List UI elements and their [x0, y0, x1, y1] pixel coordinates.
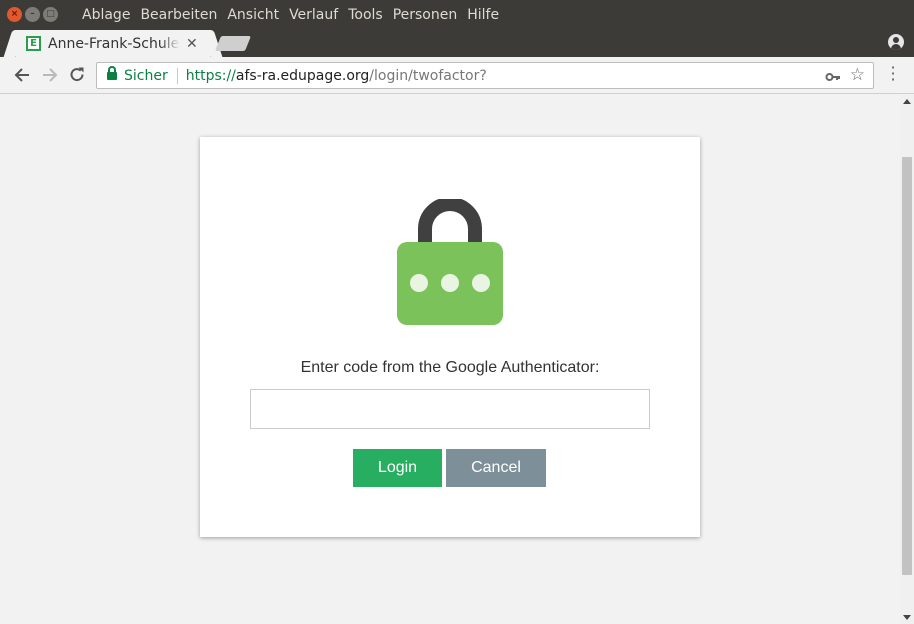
tab-anne-frank-schule[interactable]: E Anne-Frank-Schule ✕ — [16, 30, 210, 57]
app-menu: Ablage Bearbeiten Ansicht Verlauf Tools … — [77, 7, 504, 23]
login-button[interactable]: Login — [353, 449, 442, 487]
system-menubar: × – □ Ablage Bearbeiten Ansicht Verlauf … — [0, 0, 914, 29]
menu-hilfe[interactable]: Hilfe — [462, 7, 504, 23]
tab-title: Anne-Frank-Schule — [48, 35, 180, 52]
window-minimize-icon[interactable]: – — [25, 7, 40, 22]
authenticator-prompt: Enter code from the Google Authenticator… — [300, 359, 600, 376]
url-path: /login/twofactor? — [369, 67, 487, 84]
scrollbar-thumb[interactable] — [902, 157, 912, 575]
tab-strip: E Anne-Frank-Schule ✕ — [0, 29, 914, 57]
new-tab-button[interactable] — [214, 36, 252, 51]
menu-tools[interactable]: Tools — [343, 7, 388, 23]
menu-bearbeiten[interactable]: Bearbeiten — [135, 7, 222, 23]
url-host: afs-ra.edupage.org — [235, 67, 370, 84]
menu-ablage[interactable]: Ablage — [77, 7, 135, 23]
window-close-icon[interactable]: × — [7, 7, 22, 22]
bookmark-star-icon[interactable]: ☆ — [850, 65, 865, 85]
cancel-button[interactable]: Cancel — [446, 449, 546, 487]
menu-personen[interactable]: Personen — [388, 7, 463, 23]
menu-verlauf[interactable]: Verlauf — [284, 7, 343, 23]
padlock-icon — [397, 199, 503, 325]
profile-icon[interactable] — [888, 34, 904, 50]
tab-close-icon[interactable]: ✕ — [186, 36, 198, 52]
twofactor-card: Enter code from the Google Authenticator… — [200, 137, 700, 537]
browser-menu-icon[interactable]: · · · — [890, 60, 896, 88]
secure-lock-icon[interactable] — [107, 66, 117, 81]
reload-icon[interactable] — [66, 64, 88, 86]
window-controls: × – □ — [7, 7, 77, 22]
url-scheme: https:// — [185, 67, 236, 84]
url-text[interactable]: https://afs-ra.edupage.org/login/twofact… — [186, 68, 487, 84]
scroll-up-icon[interactable] — [903, 99, 911, 104]
edupage-favicon-icon: E — [26, 36, 41, 51]
browser-toolbar: Sicher https://afs-ra.edupage.org/login/… — [0, 57, 914, 94]
forward-arrow-icon[interactable] — [39, 64, 61, 86]
menu-ansicht[interactable]: Ansicht — [222, 7, 284, 23]
address-bar[interactable]: Sicher https://afs-ra.edupage.org/login/… — [96, 62, 874, 89]
security-label[interactable]: Sicher — [124, 68, 168, 84]
back-arrow-icon[interactable] — [11, 64, 33, 86]
authenticator-code-input[interactable] — [250, 389, 650, 429]
page-scrollbar[interactable] — [900, 95, 914, 624]
scroll-down-icon[interactable] — [903, 615, 911, 620]
address-divider — [176, 67, 178, 84]
key-icon[interactable] — [825, 69, 841, 83]
window-maximize-icon[interactable]: □ — [43, 7, 58, 22]
